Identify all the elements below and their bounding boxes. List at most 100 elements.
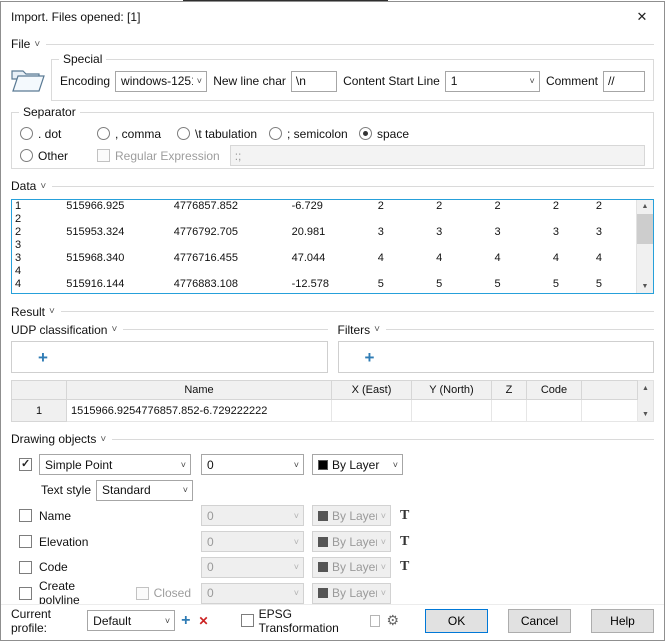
point-type-select[interactable]: Simple Point ˅	[39, 454, 191, 476]
result-table[interactable]: Name X (East) Y (North) Z Code 1 1515966…	[11, 380, 638, 423]
data-scrollbar[interactable]: ▲ ▼	[636, 199, 653, 294]
code-checkbox[interactable]	[19, 560, 32, 574]
text-style-select[interactable]: Standard ˅	[96, 479, 193, 501]
comment-input[interactable]: //	[602, 70, 645, 92]
name-checkbox[interactable]	[19, 509, 32, 523]
profile-select[interactable]: Default ˅	[87, 610, 176, 631]
titlebar: Import. Files opened: [1] ✕	[1, 2, 664, 31]
section-divider	[52, 185, 654, 187]
chevron-down-icon: ˅	[196, 76, 203, 87]
data-row[interactable]: 3	[12, 239, 636, 252]
data-preview-table: 1 515966.925 4776857.852 -6.729 2 2 2 2 2 2 2 515…	[12, 200, 636, 291]
open-file-folder-icon[interactable]	[11, 59, 51, 96]
help-button[interactable]: Help	[591, 608, 654, 633]
polyline-color-select[interactable]: By Layer ˅	[312, 582, 391, 604]
data-row[interactable]: 1 515966.925 4776857.852 -6.729 2 2 2 2 2	[12, 200, 636, 213]
result-panels: + +	[11, 341, 654, 374]
data-section-header: Data ˅	[11, 179, 654, 194]
data-row[interactable]: 4 515916.144 4776883.108 -12.578 5 5 5 5 5	[12, 278, 636, 291]
column-header-x-east[interactable]: X (East)	[331, 380, 412, 401]
separator-option-other[interactable]: Other	[20, 149, 97, 163]
scroll-up-icon[interactable]: ▲	[637, 200, 653, 214]
drawing-objects-toggle[interactable]: Drawing objects ˅	[11, 432, 106, 446]
column-header-code[interactable]: Code	[526, 380, 582, 401]
create-polyline-row: Create polyline Closed 0 ˅ By Layer ˅	[11, 579, 654, 604]
elevation-layer-select[interactable]: 0 ˅	[201, 531, 304, 553]
data-row[interactable]: 2 515953.324 4776792.705 20.981 3 3 3 3 3	[12, 226, 636, 239]
scroll-down-icon[interactable]: ▼	[637, 279, 653, 293]
scrollbar-thumb[interactable]	[637, 213, 653, 244]
newline-char-input[interactable]: \n	[290, 70, 337, 92]
closed-checkbox[interactable]: Closed	[135, 586, 191, 600]
code-color-select[interactable]: By Layer ˅	[312, 556, 391, 578]
content-start-line-select[interactable]: 1 ˅	[444, 70, 540, 92]
create-polyline-checkbox[interactable]	[19, 586, 32, 600]
radio-icon	[20, 149, 33, 163]
separator-option-comma[interactable]: , comma	[97, 127, 177, 141]
separator-option-semicolon[interactable]: ; semicolon	[269, 127, 359, 141]
section-divider	[60, 311, 654, 313]
code-row: Code 0 ˅ By Layer ˅ T	[11, 556, 654, 578]
filters-toggle[interactable]: Filters ˅	[338, 323, 381, 337]
chevron-down-icon: ˅	[380, 588, 386, 598]
elevation-text-style-button[interactable]: T	[400, 534, 409, 550]
result-section-toggle[interactable]: Result ˅	[11, 305, 55, 319]
epsg-transformation-checkbox[interactable]: EPSG Transformation	[240, 607, 360, 635]
scroll-up-icon[interactable]: ▲	[638, 381, 653, 395]
column-header-name[interactable]: Name	[66, 380, 332, 401]
point-layer-select[interactable]: 0 ˅	[201, 454, 304, 476]
result-row-number: 1	[11, 399, 67, 423]
special-group: Special Encoding windows-1251 ˅ New line…	[51, 51, 654, 101]
radio-icon	[20, 127, 33, 141]
file-section-toggle[interactable]: File ˅	[11, 37, 40, 51]
scroll-down-icon[interactable]: ▼	[638, 407, 653, 421]
dialog-footer: Current profile: Default ˅ + ✕ EPSG Tran…	[1, 604, 664, 640]
separator-option-tabulation[interactable]: \t tabulation	[177, 127, 269, 141]
regular-expression-input[interactable]: :;	[229, 145, 645, 167]
chevron-down-icon: ˅	[180, 459, 186, 470]
radio-icon	[177, 127, 190, 141]
result-section-header: Result ˅	[11, 304, 654, 319]
column-header-y-north[interactable]: Y (North)	[411, 380, 492, 401]
name-label: Name	[39, 508, 72, 523]
gear-icon[interactable]: ⚙	[386, 612, 399, 629]
data-row[interactable]: 3 515968.340 4776716.455 47.044 4 4 4 4 4	[12, 252, 636, 265]
data-preview-list[interactable]: 1 515966.925 4776857.852 -6.729 2 2 2 2 2 2 2 515…	[11, 198, 654, 295]
dialog-body: File ˅ Special Encoding windows-1251 ˅ N…	[1, 31, 664, 604]
data-section-toggle[interactable]: Data ˅	[11, 179, 46, 193]
name-text-style-button[interactable]: T	[400, 508, 409, 524]
add-filter-button[interactable]: +	[365, 349, 375, 366]
udp-classification-toggle[interactable]: UDP classification ˅	[11, 323, 117, 337]
code-text-style-button[interactable]: T	[400, 559, 409, 575]
delete-profile-button[interactable]: ✕	[199, 614, 209, 628]
regular-expression-checkbox[interactable]: Regular Expression	[97, 149, 220, 163]
name-layer-select[interactable]: 0 ˅	[201, 505, 304, 527]
section-divider	[386, 329, 654, 331]
code-layer-select[interactable]: 0 ˅	[201, 556, 304, 578]
point-color-select[interactable]: By Layer ˅	[312, 454, 403, 476]
ok-button[interactable]: OK	[425, 608, 489, 633]
chevron-down-icon: ˅	[100, 433, 107, 445]
result-row[interactable]: 1 1515966.9254776857.852-6.729222222	[11, 399, 638, 423]
point-checkbox[interactable]	[19, 457, 32, 472]
elevation-checkbox[interactable]	[19, 535, 32, 549]
name-color-select[interactable]: By Layer ˅	[312, 505, 391, 527]
column-header-z[interactable]: Z	[491, 380, 527, 401]
data-row[interactable]: 2	[12, 213, 636, 226]
special-group-label: Special	[59, 51, 107, 66]
result-scrollbar[interactable]: ▲ ▼	[638, 380, 654, 423]
transformation-option-checkbox[interactable]	[369, 614, 381, 627]
add-profile-button[interactable]: +	[181, 612, 190, 629]
polyline-layer-select[interactable]: 0 ˅	[201, 582, 304, 604]
elevation-color-select[interactable]: By Layer ˅	[312, 531, 391, 553]
newline-char-label: New line char	[213, 74, 286, 89]
column-header[interactable]	[11, 380, 67, 401]
separator-option-space[interactable]: space	[359, 127, 409, 141]
cancel-button[interactable]: Cancel	[508, 608, 572, 633]
separator-option-dot[interactable]: . dot	[20, 127, 97, 141]
add-udp-classification-button[interactable]: +	[38, 349, 48, 366]
result-section-label: Result	[11, 304, 46, 319]
encoding-select[interactable]: windows-1251 ˅	[115, 70, 208, 92]
data-row[interactable]: 4	[12, 265, 636, 278]
close-icon[interactable]: ✕	[620, 2, 664, 31]
